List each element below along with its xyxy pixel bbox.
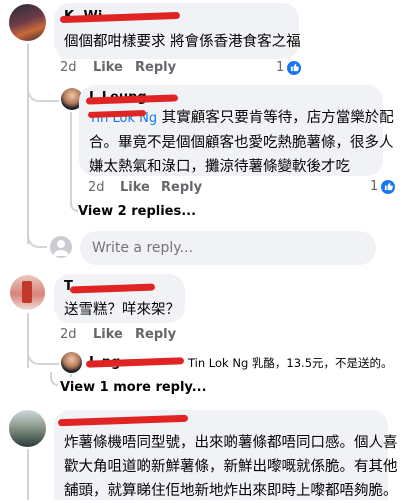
avatar[interactable]: [9, 410, 46, 447]
reply-text-line: 嫌太熱氣和淥口，攤涼待薯條變軟後才吃: [89, 159, 350, 175]
thread-line: [27, 449, 29, 500]
reply-button[interactable]: Reply: [161, 180, 202, 195]
avatar[interactable]: [61, 352, 82, 373]
thread-connector: [27, 230, 47, 248]
avatar-phone-icon: [22, 281, 32, 303]
reply-button[interactable]: Reply: [135, 327, 176, 342]
comment-time[interactable]: 2d: [60, 327, 77, 342]
user-avatar-icon: [50, 236, 72, 258]
reply-text-line: 合。畢竟不是個個顧客也愛吃熱脆薯條，很多人: [89, 135, 394, 151]
like-button[interactable]: Like: [93, 60, 123, 75]
view-replies-link[interactable]: View 2 replies...: [78, 204, 196, 219]
reaction-count-value: 1: [276, 60, 285, 75]
thumbs-up-icon: [381, 179, 396, 194]
comment-text: 送雪糕？咩來架？: [64, 302, 180, 318]
comment-time[interactable]: 2d: [60, 60, 77, 75]
reaction-count[interactable]: 1: [276, 60, 302, 75]
reply-time[interactable]: 2d: [88, 180, 105, 195]
like-button[interactable]: Like: [93, 327, 123, 342]
thread-line: [70, 112, 72, 194]
like-button[interactable]: Like: [120, 180, 150, 195]
comment-text-line: 舖頭，就算睇住佢地新地炸出來即時上嚟都唔夠脆。: [64, 483, 398, 499]
view-more-replies-link[interactable]: View 1 more reply...: [60, 380, 207, 395]
reply-button[interactable]: Reply: [135, 60, 176, 75]
comment-text-line: 炸薯條機唔同型號，出來啲薯條都唔同口感。個人喜: [64, 435, 398, 451]
thread-connector: [70, 192, 78, 212]
thread-line: [70, 374, 72, 377]
avatar[interactable]: [9, 4, 46, 41]
reaction-count-value: 1: [370, 179, 379, 194]
reply-preview-text[interactable]: Tin Lok Ng 乳酪，13.5元，不是送的。: [188, 355, 393, 371]
comment-text: 炸薯條機唔同型號，出來啲薯條都唔同口感。個人喜 歡大角咀道啲新鮮薯條，新鮮出嚟嘅…: [64, 431, 398, 503]
thread-connector: [27, 70, 59, 102]
reaction-count[interactable]: 1: [370, 179, 396, 194]
thread-connector: [50, 372, 58, 386]
thumbs-up-icon: [287, 60, 302, 75]
reply-text: Tin Lok Ng 其實顧客只要肯等待，店方當樂於配 合。畢竟不是個個顧客也愛…: [89, 106, 394, 179]
comment-text: 個個都咁樣要求 將會係香港食客之福: [64, 34, 301, 50]
comment-text-line: 歡大角咀道啲新鮮薯條，新鮮出嚟嘅就係脆。有其他: [64, 459, 398, 475]
write-reply-input[interactable]: [80, 231, 376, 265]
thread-connector: [27, 345, 59, 365]
